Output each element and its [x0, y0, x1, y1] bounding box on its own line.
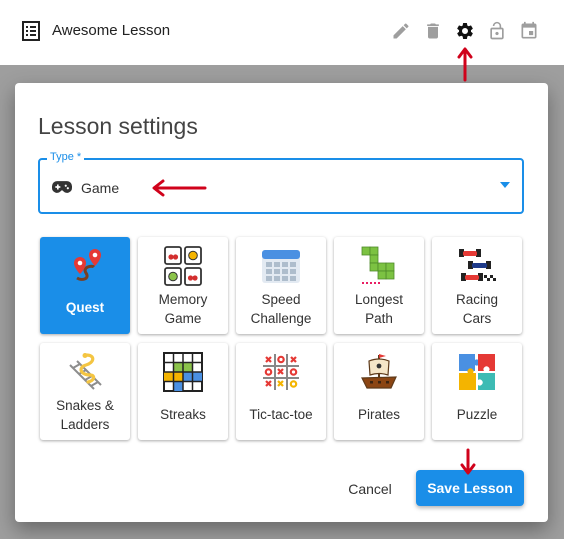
calendar-grid-icon — [262, 250, 300, 283]
lesson-settings-dialog: Lesson settings Type * Game Quest Memory… — [15, 83, 548, 522]
game-tile-quest[interactable]: Quest — [40, 237, 130, 334]
lock-open-icon[interactable] — [487, 21, 507, 41]
game-label-line-2: Challenge — [250, 311, 312, 326]
map-route-icon — [74, 249, 101, 281]
path-blocks-icon — [361, 246, 395, 284]
game-tile-streaks[interactable]: Streaks — [138, 343, 228, 440]
game-label-line-2: Path — [365, 311, 393, 326]
tic-tac-toe-icon — [263, 354, 299, 390]
game-label-line-2: Ladders — [60, 417, 110, 432]
settings-icon[interactable] — [455, 21, 475, 41]
race-cars-icon — [459, 249, 496, 281]
gamepad-icon — [52, 181, 72, 193]
game-label-line-1: Speed — [261, 292, 301, 307]
game-label: Streaks — [160, 407, 206, 422]
cancel-button[interactable]: Cancel — [335, 471, 405, 507]
lesson-title: Awesome Lesson — [52, 22, 171, 39]
game-tile-pirates[interactable]: Pirates — [334, 343, 424, 440]
game-tile-snakes-ladders[interactable]: Snakes & Ladders — [40, 343, 130, 440]
game-tile-puzzle[interactable]: Puzzle — [432, 343, 522, 440]
game-tile-longest-path[interactable]: Longest Path — [334, 237, 424, 334]
memory-cards-icon — [164, 246, 202, 286]
type-label-text: Type — [50, 151, 74, 163]
type-field-label: Type * — [47, 151, 85, 163]
game-label: Pirates — [357, 407, 401, 422]
required-mark: * — [76, 151, 82, 163]
top-bar: Awesome Lesson — [0, 0, 564, 65]
game-label-line-1: Racing — [455, 292, 499, 307]
chevron-down-icon[interactable] — [500, 182, 510, 188]
game-label: Tic-tac-toe — [249, 407, 313, 422]
game-label-line-1: Memory — [158, 292, 208, 307]
game-tile-memory-game[interactable]: Memory Game — [138, 237, 228, 334]
game-label-line-1: Longest — [354, 292, 404, 307]
streak-grid-icon — [163, 352, 203, 392]
delete-icon[interactable] — [423, 21, 443, 41]
edit-icon[interactable] — [391, 21, 411, 41]
game-label: Quest — [65, 300, 105, 315]
save-lesson-button[interactable]: Save Lesson — [416, 470, 524, 506]
game-label-line-1: Snakes & — [56, 398, 114, 413]
game-tile-racing-cars[interactable]: Racing Cars — [432, 237, 522, 334]
list-icon — [22, 21, 40, 41]
pirate-ship-icon — [361, 354, 397, 389]
game-label-line-2: Game — [164, 311, 202, 326]
snake-ladder-icon — [69, 353, 102, 390]
game-tile-speed-challenge[interactable]: Speed Challenge — [236, 237, 326, 334]
game-label: Puzzle — [456, 407, 498, 422]
puzzle-icon — [459, 354, 495, 390]
type-select[interactable]: Type * Game — [38, 151, 524, 214]
game-label-line-2: Cars — [462, 311, 492, 326]
type-value: Game — [81, 180, 120, 196]
dialog-title: Lesson settings — [38, 113, 198, 139]
game-tile-tic-tac-toe[interactable]: Tic-tac-toe — [236, 343, 326, 440]
calendar-icon[interactable] — [519, 21, 539, 41]
